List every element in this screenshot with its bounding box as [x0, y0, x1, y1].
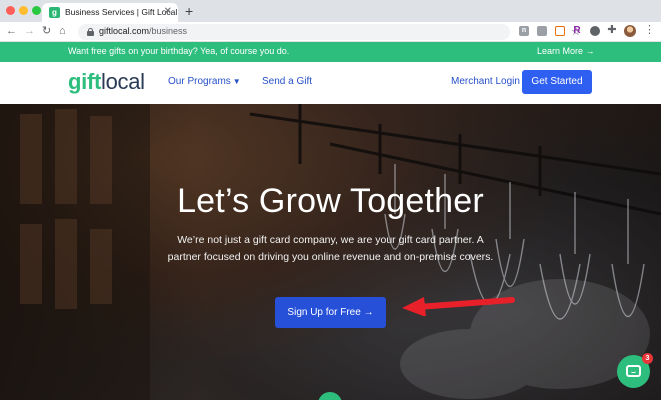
extensions-puzzle-icon[interactable]: ✚	[607, 25, 617, 36]
extension-n-icon[interactable]: n	[519, 26, 529, 36]
chat-unread-badge: 3	[642, 353, 653, 364]
forward-arrow-icon[interactable]: →	[24, 24, 35, 38]
promo-banner: Want free gifts on your birthday? Yea, o…	[0, 42, 661, 62]
url-path: /business	[149, 26, 188, 36]
tab-title: Business Services | Gift Local	[65, 7, 178, 17]
red-arrow-annotation-icon	[402, 297, 515, 316]
our-programs-label: Our Programs	[168, 76, 231, 87]
maximize-window-button[interactable]	[32, 6, 41, 15]
browser-menu-icon[interactable]: ⋮	[644, 23, 655, 37]
hero-title: Let’s Grow Together	[177, 182, 484, 220]
hero-section: Let’s Grow Together We’re not just a gif…	[0, 104, 661, 400]
close-window-button[interactable]	[6, 6, 15, 15]
get-started-button[interactable]: Get Started	[522, 70, 592, 94]
extension-circle-icon[interactable]	[590, 26, 600, 36]
logo-gift-text: gift	[68, 69, 102, 94]
merchant-login-link[interactable]: Merchant Login	[451, 76, 520, 87]
url-text[interactable]: giftlocal.com/business	[99, 26, 187, 36]
page: g Business Services | Gift Local ✕ + ← →…	[0, 0, 661, 400]
url-host: giftlocal.com	[99, 26, 150, 36]
browser-tab-strip: g Business Services | Gift Local ✕ +	[0, 0, 661, 22]
giftlocal-logo[interactable]: giftlocal	[68, 69, 145, 95]
learn-more-link[interactable]: Learn More →	[537, 46, 595, 56]
home-icon[interactable]: ⌂	[59, 24, 66, 38]
extension-r-icon[interactable]: R	[572, 26, 582, 36]
site-header: giftlocal Our Programs ▼ Send a Gift Merc…	[0, 62, 661, 104]
send-a-gift-link[interactable]: Send a Gift	[262, 76, 312, 87]
lock-icon[interactable]	[87, 28, 94, 36]
new-tab-button[interactable]: +	[185, 3, 193, 19]
chevron-down-icon: ▼	[232, 77, 241, 86]
browser-toolbar: ← → ↻ ⌂ giftlocal.com/business ☆ n R ✚ ⋮	[0, 22, 661, 42]
minimize-window-button[interactable]	[19, 6, 28, 15]
promo-message: Want free gifts on your birthday? Yea, o…	[68, 46, 290, 56]
extension-chat-icon[interactable]	[537, 26, 547, 36]
browser-tab[interactable]: g Business Services | Gift Local ✕	[42, 3, 178, 22]
hero-subtitle: We’re not just a gift card company, we a…	[167, 234, 494, 263]
our-programs-menu[interactable]: Our Programs ▼	[168, 76, 241, 87]
sign-up-for-free-button[interactable]: Sign Up for Free →	[275, 297, 386, 328]
close-tab-icon[interactable]: ✕	[164, 6, 172, 18]
profile-avatar[interactable]	[624, 25, 636, 37]
address-bar[interactable]: giftlocal.com/business ☆	[78, 24, 581, 40]
back-arrow-icon[interactable]: ←	[6, 24, 17, 38]
extension-orange-icon[interactable]	[555, 26, 565, 36]
reload-icon[interactable]: ↻	[42, 24, 51, 38]
giftlocal-favicon-icon: g	[49, 7, 60, 18]
chat-bubble-icon	[626, 365, 641, 377]
logo-local-text: local	[101, 69, 145, 94]
